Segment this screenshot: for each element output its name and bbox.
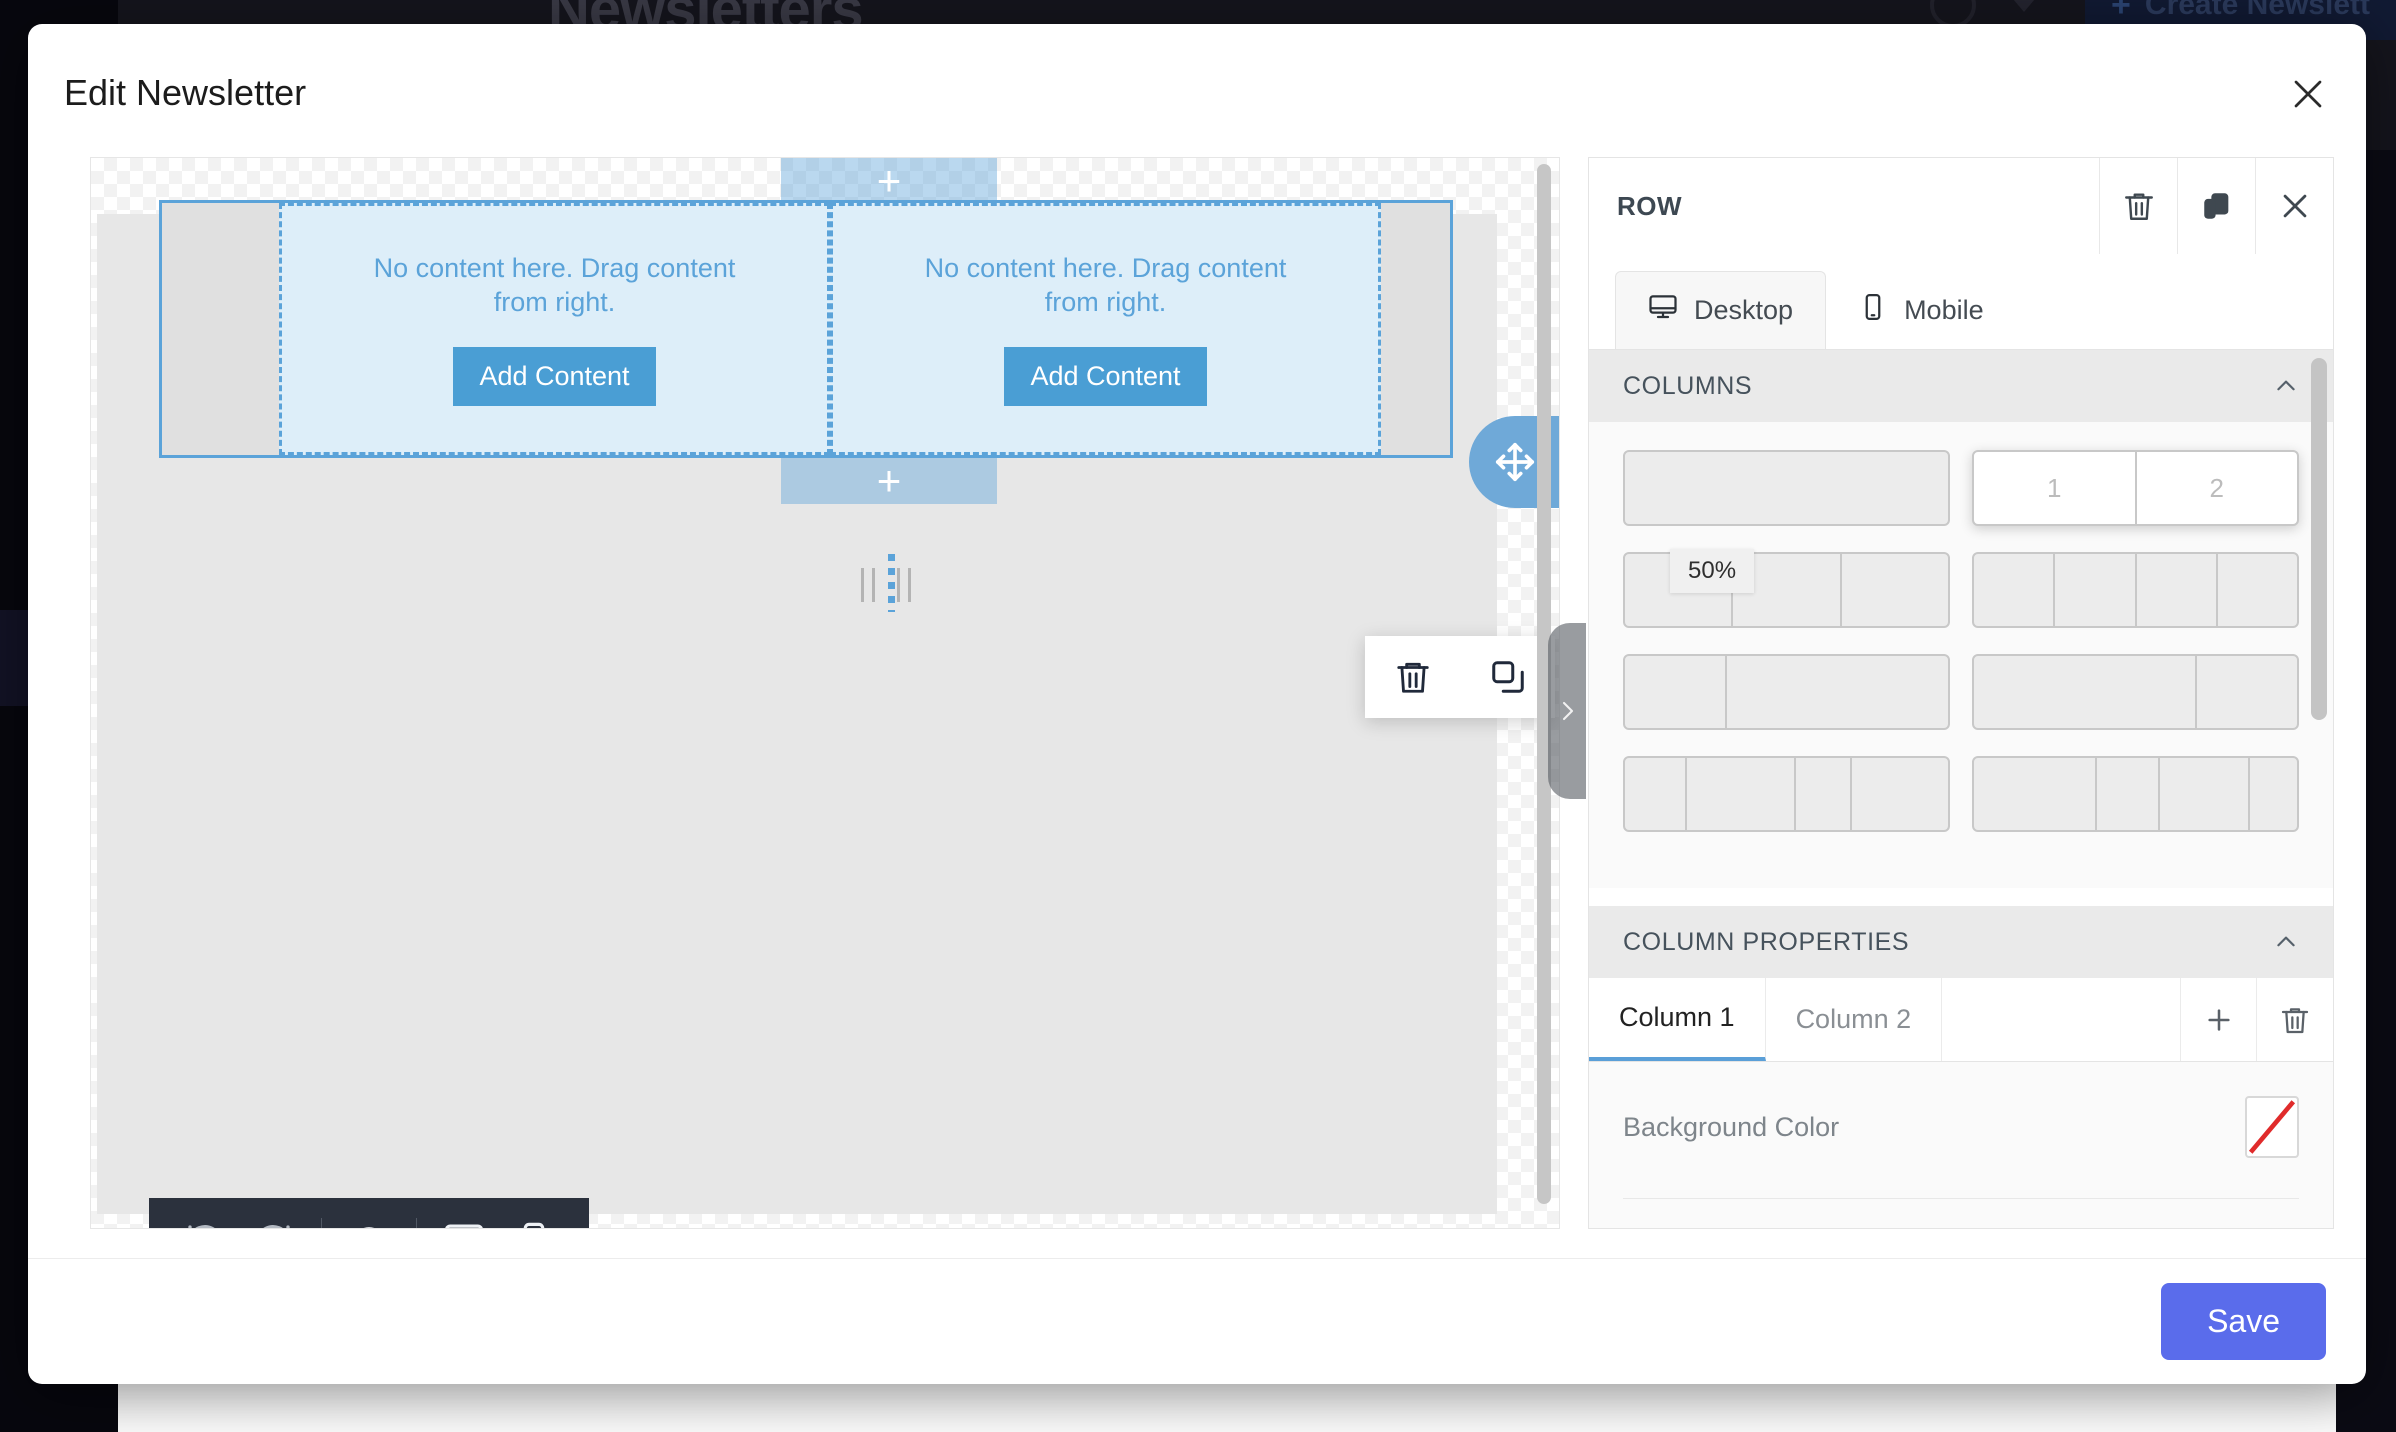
layout-cell <box>1974 656 2197 728</box>
layout-cell: 2 <box>2209 472 2224 503</box>
toolbar-divider-1 <box>321 1218 322 1228</box>
drop-zone-top[interactable]: + <box>781 158 997 204</box>
background-color-swatch[interactable] <box>2245 1096 2299 1158</box>
tab-mobile[interactable]: Mobile <box>1826 271 2016 349</box>
tab-column-1[interactable]: Column 1 <box>1589 978 1766 1061</box>
chevron-up-icon[interactable] <box>2273 929 2299 955</box>
page-title: Edit Newsletter <box>64 72 307 113</box>
chevron-up-icon[interactable] <box>2273 373 2299 399</box>
layout-cell <box>1625 656 1728 728</box>
column-empty-message: No content here. Drag content from right… <box>373 252 736 317</box>
column-properties-section: COLUMN PROPERTIES Column 1 Column 2 Back… <box>1589 906 2333 1228</box>
edit-newsletter-modal: Edit Newsletter + + No content here. Dra… <box>28 24 2366 1384</box>
layout-cell <box>1974 554 2056 626</box>
modal-body: + + No content here. Drag content from r… <box>90 157 2334 1257</box>
column-empty-message: No content here. Drag content from right… <box>924 252 1287 317</box>
layout-cell <box>2137 554 2218 626</box>
columns-section-header[interactable]: COLUMNS <box>1589 350 2333 422</box>
column-tabs: Column 1 Column 2 <box>1589 978 2333 1062</box>
layout-option-1[interactable] <box>1623 450 1950 526</box>
column-properties-header[interactable]: COLUMN PROPERTIES <box>1589 906 2333 978</box>
add-content-button-2[interactable]: Add Content <box>1004 347 1207 407</box>
redo-button[interactable] <box>239 1198 309 1228</box>
column-properties-title: COLUMN PROPERTIES <box>1623 927 1910 956</box>
delete-button[interactable] <box>2099 158 2177 254</box>
duplicate-button[interactable] <box>2177 158 2255 254</box>
close-icon[interactable] <box>2282 68 2334 120</box>
column-resize-handle[interactable] <box>861 568 911 602</box>
chevron-down-icon[interactable] <box>2002 0 2046 12</box>
delete-row-button[interactable] <box>1394 658 1432 696</box>
layout-cell <box>2097 758 2161 830</box>
layout-cell <box>1727 656 1948 728</box>
tab-desktop-label: Desktop <box>1694 295 1794 325</box>
undo-button[interactable] <box>169 1198 239 1228</box>
column-1[interactable]: No content here. Drag content from right… <box>279 203 830 455</box>
panel-scrollbar[interactable] <box>2311 358 2327 1208</box>
column-tabs-spacer <box>1942 978 2181 1061</box>
layout-cell <box>2250 758 2297 830</box>
modal-header: Edit Newsletter <box>28 24 2366 136</box>
column-2[interactable]: No content here. Drag content from right… <box>830 203 1381 455</box>
device-tabs: Desktop Mobile <box>1589 254 2333 350</box>
layout-cell <box>1796 758 1853 830</box>
layout-cell <box>2055 554 2137 626</box>
modal-footer: Save <box>28 1258 2366 1384</box>
columns-section: COLUMNS 12 <box>1589 350 2333 888</box>
layout-option-7[interactable] <box>1623 756 1950 832</box>
mobile-view-button[interactable] <box>499 1198 569 1228</box>
duplicate-row-button[interactable] <box>1489 658 1527 696</box>
panel-header-actions <box>2099 158 2333 254</box>
drop-zone-bottom[interactable]: + <box>781 458 997 504</box>
desktop-view-button[interactable] <box>429 1198 499 1228</box>
close-panel-button[interactable] <box>2255 158 2333 254</box>
column-layout-options: 12 <box>1589 422 2333 888</box>
column-width-tooltip: 50% <box>1670 549 1755 593</box>
panel-title: ROW <box>1617 190 1683 221</box>
desktop-icon <box>1648 292 1678 329</box>
chevron-right-icon[interactable] <box>1548 623 1586 799</box>
preview-button[interactable] <box>334 1198 404 1228</box>
mobile-icon <box>1858 292 1888 329</box>
email-canvas[interactable]: + + No content here. Drag content from r… <box>90 157 1560 1229</box>
layout-cell <box>1852 758 1948 830</box>
layout-cell: 1 <box>1974 452 2137 524</box>
layout-option-4[interactable] <box>1972 552 2299 628</box>
tab-desktop[interactable]: Desktop <box>1615 271 1827 349</box>
layout-option-5[interactable] <box>1623 654 1950 730</box>
toolbar-divider-2 <box>416 1218 417 1228</box>
add-column-button[interactable] <box>2181 978 2257 1061</box>
row-settings-panel: ROW Desktop Mobile COLUMNS 1 2 COLUMN PR… <box>1588 157 2334 1229</box>
columns-section-title: COLUMNS <box>1623 371 1753 400</box>
add-content-button-1[interactable]: Add Content <box>453 347 656 407</box>
column-properties-body: Background Color <box>1589 1062 2333 1228</box>
layout-option-8[interactable] <box>1972 756 2299 832</box>
row-action-toolbar <box>1365 636 1555 718</box>
layout-cell <box>2218 554 2297 626</box>
tab-mobile-label: Mobile <box>1904 294 1984 325</box>
panel-scrollbar-thumb[interactable] <box>2311 358 2327 720</box>
plus-icon: + <box>2111 0 2131 24</box>
panel-header: ROW <box>1589 158 2333 254</box>
layout-cell <box>2197 656 2297 728</box>
background-color-label: Background Color <box>1623 1111 1840 1142</box>
layout-cell <box>1974 758 2098 830</box>
layout-option-6[interactable] <box>1972 654 2299 730</box>
layout-cell <box>2160 758 2250 830</box>
selected-row[interactable]: No content here. Drag content from right… <box>159 200 1453 458</box>
layout-cell <box>1625 758 1687 830</box>
save-button[interactable]: Save <box>2161 1283 2326 1360</box>
tab-column-2[interactable]: Column 2 <box>1766 978 1943 1061</box>
layout-cell <box>1842 554 1948 626</box>
layout-cell <box>1625 452 1948 524</box>
create-newsletter-label: Create Newslett <box>2144 0 2370 21</box>
layout-cell <box>1687 758 1797 830</box>
canvas-toolbar <box>149 1198 589 1228</box>
background-color-row: Background Color <box>1623 1096 2299 1199</box>
layout-option-2[interactable]: 12 <box>1972 450 2299 526</box>
